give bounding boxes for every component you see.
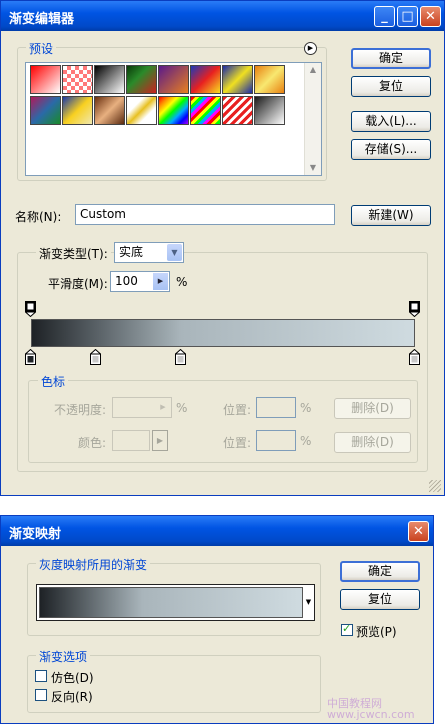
gradient-bar[interactable] bbox=[31, 319, 415, 347]
color-position-percent: % bbox=[300, 434, 312, 448]
gradient-options-label: 渐变选项 bbox=[36, 648, 91, 665]
smoothness-label: 平滑度(M): bbox=[48, 277, 108, 291]
preview-label: 预览(P) bbox=[356, 625, 397, 639]
name-label: 名称(N): bbox=[15, 210, 62, 224]
gradient-map-preview[interactable] bbox=[39, 587, 303, 618]
opacity-position-label: 位置: bbox=[223, 403, 252, 417]
opacity-arrow-icon[interactable]: ▶ bbox=[156, 399, 170, 416]
preset-swatch[interactable] bbox=[222, 65, 253, 94]
watermark-text: 中国教程网 www.jcwcn.com bbox=[327, 697, 415, 721]
gradient-map-window: 渐变映射 ✕ 灰度映射所用的渐变 ▼ 确定 复位 ✓ 预览(P) 渐变选项 仿色… bbox=[0, 515, 434, 724]
scroll-down-icon[interactable]: ▼ bbox=[305, 161, 321, 175]
gradient-map-reset-button[interactable]: 复位 bbox=[340, 589, 420, 610]
preset-swatch[interactable] bbox=[94, 65, 125, 94]
ok-button[interactable]: 确定 bbox=[351, 48, 431, 69]
color-stop-icon[interactable] bbox=[408, 348, 421, 365]
preset-swatch[interactable] bbox=[94, 96, 125, 125]
color-stop-icon[interactable] bbox=[173, 348, 187, 365]
preset-swatch[interactable] bbox=[254, 96, 285, 125]
chevron-down-icon[interactable]: ▼ bbox=[167, 244, 182, 261]
smoothness-value: 100 bbox=[115, 274, 138, 288]
reset-button[interactable]: 复位 bbox=[351, 76, 431, 97]
preset-swatch[interactable] bbox=[62, 65, 93, 94]
opacity-label: 不透明度: bbox=[54, 403, 107, 417]
window-title: 渐变编辑器 bbox=[9, 12, 75, 27]
preset-swatch[interactable] bbox=[254, 65, 285, 94]
checkmark-icon: ✓ bbox=[342, 622, 352, 635]
new-button[interactable]: 新建(W) bbox=[351, 205, 431, 226]
color-menu-arrow-icon[interactable]: ▶ bbox=[152, 430, 168, 451]
preset-swatch[interactable] bbox=[158, 65, 189, 94]
gradient-type-label: 渐变类型(T): bbox=[36, 245, 111, 262]
dither-checkbox[interactable] bbox=[35, 670, 47, 682]
color-delete-button[interactable]: 删除(D) bbox=[334, 432, 411, 453]
preset-swatch[interactable] bbox=[30, 65, 61, 94]
presets-list: ▲ ▼ bbox=[25, 62, 322, 176]
color-position-label: 位置: bbox=[223, 436, 252, 450]
smoothness-percent: % bbox=[176, 275, 188, 289]
gradient-editor-window: 渐变编辑器 _ □ ✕ 预设 ▶ ▲ ▼ 确定 复位 载入(L)... 存储(S… bbox=[0, 0, 445, 496]
close-icon[interactable]: ✕ bbox=[420, 6, 441, 27]
gradient-map-group-label: 灰度映射所用的渐变 bbox=[36, 556, 151, 573]
color-stops-label: 色标 bbox=[38, 373, 69, 390]
preset-swatch[interactable] bbox=[126, 96, 157, 125]
scroll-up-icon[interactable]: ▲ bbox=[305, 63, 321, 77]
preset-swatch[interactable] bbox=[30, 96, 61, 125]
presets-menu-icon[interactable]: ▶ bbox=[304, 42, 317, 55]
preset-swatch[interactable] bbox=[190, 65, 221, 94]
resize-grip-icon[interactable] bbox=[429, 480, 441, 492]
opacity-stop-icon[interactable] bbox=[24, 301, 37, 318]
color-position-input[interactable] bbox=[256, 430, 296, 451]
preset-swatch[interactable] bbox=[190, 96, 221, 125]
maximize-icon[interactable]: □ bbox=[397, 6, 418, 27]
opacity-input[interactable]: ▶ bbox=[112, 397, 172, 418]
gradient-map-title-bar: 渐变映射 ✕ bbox=[1, 516, 433, 546]
gradient-map-close-icon[interactable]: ✕ bbox=[408, 521, 429, 542]
gradient-map-dropdown-icon[interactable]: ▼ bbox=[304, 586, 313, 619]
presets-label: 预设 bbox=[26, 40, 57, 57]
opacity-delete-button[interactable]: 删除(D) bbox=[334, 398, 411, 419]
preview-checkbox[interactable]: ✓ bbox=[341, 622, 353, 636]
presets-group: 预设 ▶ ▲ ▼ bbox=[17, 40, 327, 181]
color-label: 颜色: bbox=[78, 436, 107, 450]
gradient-type-select[interactable]: 实底 ▼ bbox=[114, 242, 184, 263]
color-stop-icon[interactable] bbox=[24, 348, 37, 365]
preset-swatch[interactable] bbox=[222, 96, 253, 125]
load-button[interactable]: 载入(L)... bbox=[351, 111, 431, 132]
dither-label: 仿色(D) bbox=[51, 671, 94, 685]
smoothness-input[interactable]: 100 ▶ bbox=[110, 271, 170, 292]
title-bar: 渐变编辑器 _ □ ✕ bbox=[1, 1, 444, 31]
reverse-label: 反向(R) bbox=[51, 690, 93, 704]
name-input[interactable]: Custom bbox=[75, 204, 335, 225]
reverse-checkbox[interactable] bbox=[35, 689, 47, 701]
opacity-position-percent: % bbox=[300, 401, 312, 415]
gradient-map-picker[interactable]: ▼ bbox=[36, 584, 315, 621]
gradient-map-ok-button[interactable]: 确定 bbox=[340, 561, 420, 582]
presets-scrollbar[interactable]: ▲ ▼ bbox=[304, 63, 321, 175]
opacity-stop-icon[interactable] bbox=[408, 301, 421, 318]
smoothness-arrow-icon[interactable]: ▶ bbox=[153, 273, 168, 290]
gradient-type-value: 实底 bbox=[119, 245, 144, 259]
save-button[interactable]: 存储(S)... bbox=[351, 139, 431, 160]
gradient-map-title: 渐变映射 bbox=[9, 527, 62, 542]
preset-swatch[interactable] bbox=[126, 65, 157, 94]
color-swatch[interactable] bbox=[112, 430, 150, 451]
preset-swatch[interactable] bbox=[158, 96, 189, 125]
minimize-icon[interactable]: _ bbox=[374, 6, 395, 27]
preset-swatch[interactable] bbox=[62, 96, 93, 125]
color-stop-icon[interactable] bbox=[89, 348, 103, 365]
opacity-position-input[interactable] bbox=[256, 397, 296, 418]
opacity-percent: % bbox=[176, 401, 188, 415]
